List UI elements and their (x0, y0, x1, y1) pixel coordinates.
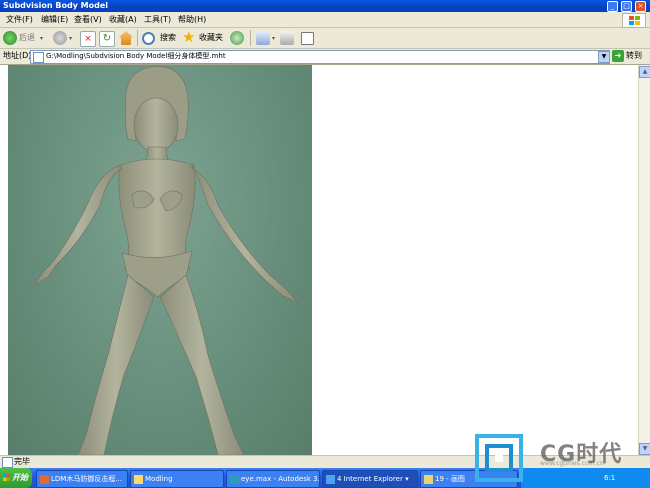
rendered-body-model-image (8, 65, 312, 455)
page-icon (33, 52, 44, 63)
taskbar-item-label: Modling (145, 475, 173, 483)
taskbar-item[interactable]: eye.max - Autodesk 3... (226, 470, 320, 488)
taskbar-item-label: LDM木马防御反击程... (51, 475, 123, 483)
mail-icon[interactable] (256, 31, 270, 45)
favorites-button-label[interactable]: 收藏夹 (199, 33, 223, 43)
body-model-figure (33, 66, 299, 455)
address-label: 地址(D) (3, 51, 32, 60)
forward-arrow-icon[interactable] (53, 31, 67, 45)
windows-flag-icon (3, 474, 10, 481)
back-dropdown-icon[interactable]: ▾ (40, 35, 43, 42)
mail-dropdown-icon[interactable]: ▾ (272, 35, 275, 42)
go-button-label[interactable]: 转到 (626, 51, 642, 61)
edit-icon[interactable] (301, 32, 314, 45)
window-title: Subdvision Body Model (3, 1, 109, 10)
app-icon (40, 474, 49, 484)
menu-tools[interactable]: 工具(T) (144, 14, 171, 26)
app-icon (230, 474, 239, 484)
search-button-label[interactable]: 搜索 (160, 33, 176, 43)
go-arrow-icon[interactable]: ➜ (612, 50, 624, 62)
watermark-url: www.cgtimes.com.cn (540, 460, 604, 467)
ie-icon (326, 474, 335, 484)
toolbar (0, 28, 650, 49)
scroll-up-icon[interactable]: ▲ (639, 66, 650, 78)
back-button-label[interactable]: 后退 (19, 33, 35, 43)
close-button[interactable]: × (635, 1, 646, 12)
taskbar-item[interactable]: LDM木马防御反击程... (36, 470, 128, 488)
windows-logo-icon (622, 13, 646, 28)
vertical-scrollbar[interactable] (638, 65, 650, 455)
taskbar-item[interactable]: Modling (130, 470, 224, 488)
menu-favorites[interactable]: 收藏(A) (109, 14, 137, 26)
menu-file[interactable]: 文件(F) (6, 14, 33, 26)
taskbar-item-active[interactable]: 4 Internet Explorer ▾ (322, 470, 418, 488)
print-icon[interactable] (280, 31, 294, 45)
taskbar-item-label: 4 Internet Explorer (337, 475, 403, 483)
taskbar-item-label: eye.max - Autodesk 3... (241, 475, 320, 483)
search-icon[interactable] (142, 32, 155, 45)
taskbar-item-label: 19 - 画图 (435, 475, 465, 483)
clock[interactable]: 6:1 (604, 472, 615, 484)
toolbar-separator (137, 30, 138, 46)
scroll-down-icon[interactable]: ▼ (639, 443, 650, 455)
back-arrow-icon[interactable] (3, 31, 17, 45)
maximize-button[interactable]: □ (621, 1, 632, 12)
favorites-star-icon[interactable]: ★ (182, 29, 195, 46)
address-dropdown-icon[interactable]: ▼ (598, 51, 610, 63)
system-tray (520, 468, 650, 488)
menu-view[interactable]: 查看(V) (74, 14, 102, 26)
minimize-button[interactable]: _ (607, 1, 618, 12)
forward-dropdown-icon[interactable]: ▾ (69, 35, 72, 42)
media-icon[interactable] (230, 31, 244, 45)
status-page-icon (2, 457, 13, 468)
refresh-icon[interactable]: ↻ (99, 31, 115, 47)
menu-edit[interactable]: 编辑(E) (41, 14, 68, 26)
start-label: 开始 (12, 473, 28, 482)
stop-icon[interactable]: × (80, 31, 96, 47)
status-text: 完毕 (14, 457, 30, 466)
start-button[interactable]: 开始 (0, 468, 32, 488)
paint-icon (424, 474, 433, 484)
toolbar-separator (250, 30, 251, 46)
menu-help[interactable]: 帮助(H) (178, 14, 206, 26)
address-value[interactable]: G:\Modling\Subdvision Body Model细分身体模型.m… (46, 51, 226, 62)
watermark-logo-icon (475, 434, 523, 482)
folder-icon (134, 474, 143, 484)
